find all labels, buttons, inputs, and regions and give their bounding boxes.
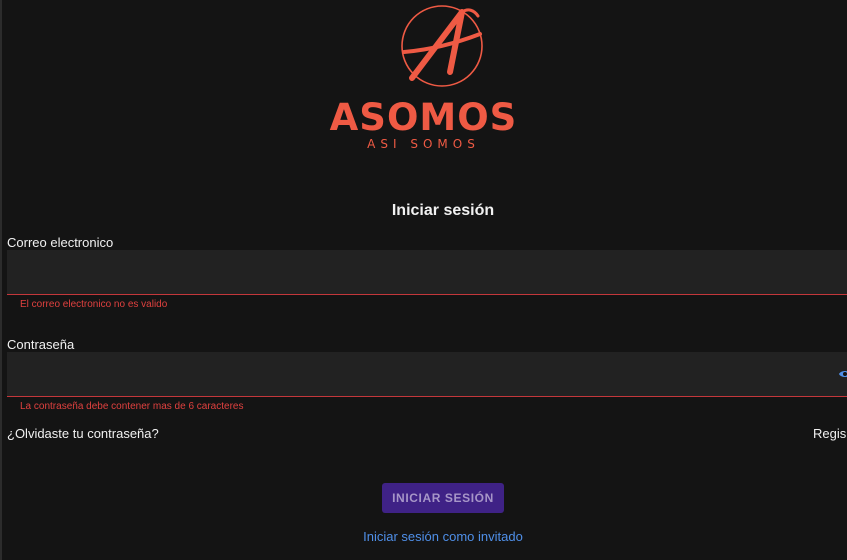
window-left-border	[0, 0, 2, 560]
forgot-password-link[interactable]: ¿Olvidaste tu contraseña?	[7, 426, 159, 441]
brand-name: ASOMOS	[329, 96, 518, 139]
email-field[interactable]	[7, 250, 847, 295]
email-label: Correo electronico	[7, 235, 114, 250]
brand-tagline: ASI SOMOS	[367, 137, 480, 151]
password-label: Contraseña	[7, 337, 75, 352]
email-error-message: El correo electronico no es valido	[20, 299, 168, 310]
password-field[interactable]	[7, 352, 847, 397]
page-title: Iniciar sesión	[391, 202, 495, 219]
eye-icon[interactable]	[838, 367, 847, 381]
circled-letter-a-logo	[401, 5, 483, 87]
guest-login-link[interactable]: Iniciar sesión como invitado	[0, 529, 847, 544]
password-error-message: La contraseña debe contener mas de 6 car…	[20, 401, 244, 412]
register-link[interactable]: Regis	[813, 426, 846, 441]
login-button[interactable]: INICIAR SESIÓN	[382, 483, 504, 513]
